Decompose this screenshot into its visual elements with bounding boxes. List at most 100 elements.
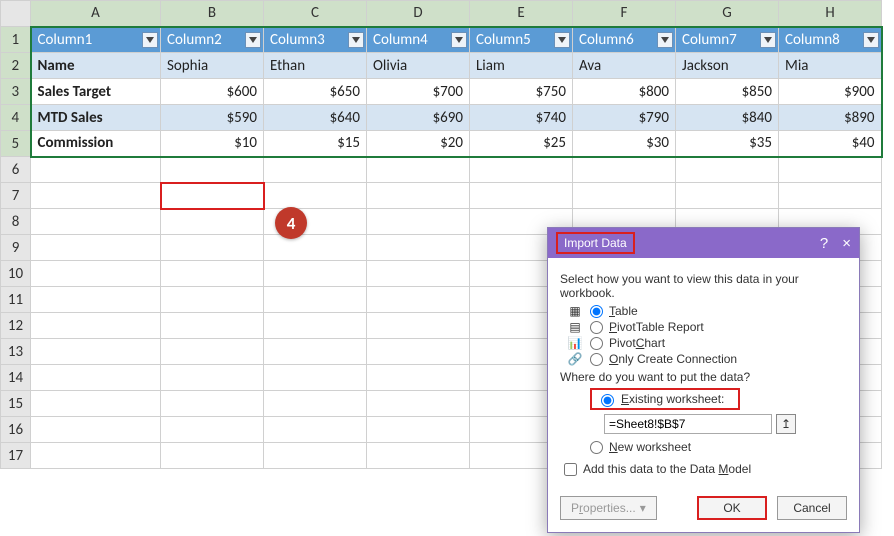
- table-column-header[interactable]: Column6: [573, 27, 676, 53]
- close-icon[interactable]: ×: [842, 235, 851, 252]
- cell[interactable]: $850: [676, 79, 779, 105]
- cell[interactable]: [161, 209, 264, 235]
- col-header[interactable]: C: [264, 1, 367, 27]
- filter-dropdown-icon[interactable]: [245, 32, 261, 48]
- cell[interactable]: [264, 235, 367, 261]
- cell[interactable]: [31, 365, 161, 391]
- cell[interactable]: [31, 417, 161, 443]
- col-header[interactable]: E: [470, 1, 573, 27]
- cell[interactable]: [264, 287, 367, 313]
- cell[interactable]: [31, 235, 161, 261]
- table-column-header[interactable]: Column2: [161, 27, 264, 53]
- cell[interactable]: [264, 339, 367, 365]
- cell[interactable]: [779, 183, 882, 209]
- row-header[interactable]: 15: [1, 391, 31, 417]
- cell[interactable]: $640: [264, 105, 367, 131]
- cell[interactable]: [161, 417, 264, 443]
- filter-dropdown-icon[interactable]: [451, 32, 467, 48]
- cell[interactable]: [31, 313, 161, 339]
- cell[interactable]: Sales Target: [31, 79, 161, 105]
- row-header[interactable]: 9: [1, 235, 31, 261]
- properties-button[interactable]: Properties... ▾: [560, 496, 657, 520]
- cell[interactable]: $30: [573, 131, 676, 157]
- row-header[interactable]: 17: [1, 443, 31, 469]
- cell[interactable]: $40: [779, 131, 882, 157]
- table-column-header[interactable]: Column8: [779, 27, 882, 53]
- cell-selected-b7[interactable]: [161, 183, 264, 209]
- cell[interactable]: MTD Sales: [31, 105, 161, 131]
- cell[interactable]: [161, 261, 264, 287]
- cell[interactable]: $600: [161, 79, 264, 105]
- filter-dropdown-icon[interactable]: [760, 32, 776, 48]
- table-column-header[interactable]: Column3: [264, 27, 367, 53]
- filter-dropdown-icon[interactable]: [554, 32, 570, 48]
- col-header[interactable]: F: [573, 1, 676, 27]
- cell[interactable]: [676, 183, 779, 209]
- cell[interactable]: $25: [470, 131, 573, 157]
- cell[interactable]: Mia: [779, 53, 882, 79]
- row-header[interactable]: 10: [1, 261, 31, 287]
- cell[interactable]: [573, 157, 676, 183]
- cell[interactable]: [31, 287, 161, 313]
- col-header[interactable]: A: [31, 1, 161, 27]
- view-connection-radio[interactable]: [590, 353, 603, 366]
- cell[interactable]: [31, 391, 161, 417]
- help-icon[interactable]: ?: [820, 235, 828, 252]
- new-worksheet-radio[interactable]: [590, 441, 603, 454]
- view-pivotchart-radio[interactable]: [590, 337, 603, 350]
- cell[interactable]: [161, 287, 264, 313]
- range-picker-icon[interactable]: ↥: [776, 414, 796, 434]
- table-column-header[interactable]: Column5: [470, 27, 573, 53]
- cell[interactable]: [367, 209, 470, 235]
- cell[interactable]: [367, 365, 470, 391]
- existing-worksheet-radio[interactable]: [601, 394, 614, 407]
- filter-dropdown-icon[interactable]: [657, 32, 673, 48]
- cell[interactable]: $20: [367, 131, 470, 157]
- cell[interactable]: [779, 157, 882, 183]
- cell[interactable]: [264, 443, 367, 469]
- cell[interactable]: [367, 287, 470, 313]
- cell[interactable]: [264, 183, 367, 209]
- cell[interactable]: [264, 417, 367, 443]
- row-header[interactable]: 12: [1, 313, 31, 339]
- row-header[interactable]: 7: [1, 183, 31, 209]
- dialog-titlebar[interactable]: Import Data ? ×: [548, 228, 859, 258]
- add-to-data-model-checkbox[interactable]: [564, 463, 577, 476]
- row-header[interactable]: 6: [1, 157, 31, 183]
- cell[interactable]: Liam: [470, 53, 573, 79]
- cell[interactable]: [367, 183, 470, 209]
- cell[interactable]: Ethan: [264, 53, 367, 79]
- cell[interactable]: $690: [367, 105, 470, 131]
- cell[interactable]: $800: [573, 79, 676, 105]
- ok-button[interactable]: OK: [697, 496, 767, 520]
- cell[interactable]: [264, 157, 367, 183]
- cell[interactable]: Olivia: [367, 53, 470, 79]
- col-header[interactable]: H: [779, 1, 882, 27]
- cell[interactable]: [31, 443, 161, 469]
- table-column-header[interactable]: Column4: [367, 27, 470, 53]
- cell[interactable]: $900: [779, 79, 882, 105]
- cell[interactable]: [31, 339, 161, 365]
- view-pivottable-radio[interactable]: [590, 321, 603, 334]
- cell[interactable]: [367, 313, 470, 339]
- view-table-radio[interactable]: [590, 305, 603, 318]
- cell[interactable]: [367, 443, 470, 469]
- cell-reference-input[interactable]: [604, 414, 772, 434]
- cell[interactable]: [161, 313, 264, 339]
- row-header[interactable]: 1: [1, 27, 31, 53]
- cell[interactable]: $590: [161, 105, 264, 131]
- cell[interactable]: [367, 235, 470, 261]
- row-header[interactable]: 3: [1, 79, 31, 105]
- row-header[interactable]: 4: [1, 105, 31, 131]
- cell[interactable]: [573, 183, 676, 209]
- cell[interactable]: [31, 183, 161, 209]
- filter-dropdown-icon[interactable]: [142, 32, 158, 48]
- cell[interactable]: $840: [676, 105, 779, 131]
- cell[interactable]: Ava: [573, 53, 676, 79]
- cell[interactable]: Jackson: [676, 53, 779, 79]
- col-header[interactable]: B: [161, 1, 264, 27]
- cell[interactable]: [367, 339, 470, 365]
- cell[interactable]: Commission: [31, 131, 161, 157]
- col-header[interactable]: D: [367, 1, 470, 27]
- filter-dropdown-icon[interactable]: [863, 32, 879, 48]
